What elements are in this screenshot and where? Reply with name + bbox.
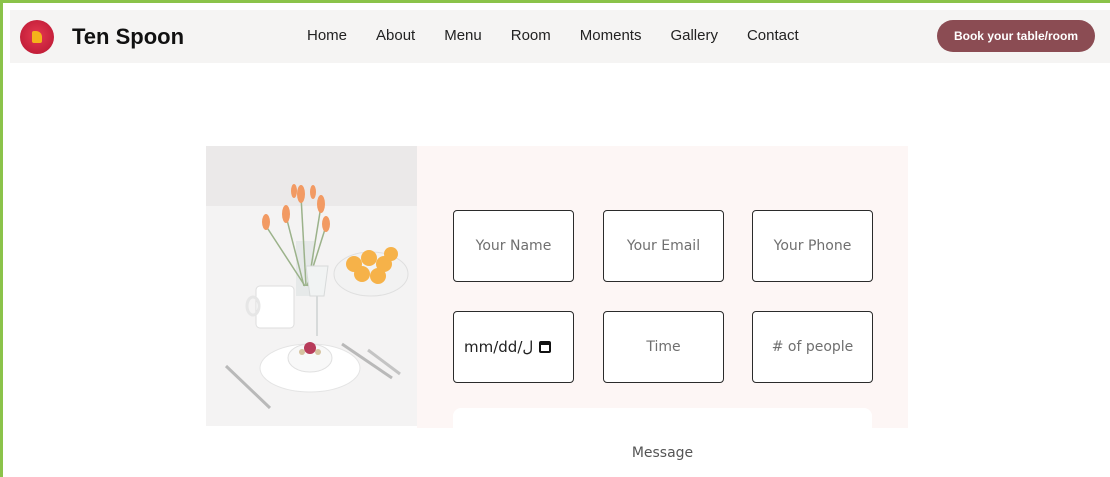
nav-about[interactable]: About [376, 27, 415, 44]
date-value: mm/dd/ل [464, 338, 534, 356]
site-header: Ten Spoon Home About Menu Room Moments G… [10, 10, 1110, 63]
people-count-input[interactable] [752, 311, 873, 383]
message-textarea[interactable]: Message [453, 408, 872, 477]
table-setting-photo [206, 146, 417, 426]
date-input[interactable]: mm/dd/ل [453, 311, 574, 383]
nav-menu[interactable]: Menu [444, 27, 482, 44]
nav-room[interactable]: Room [511, 27, 551, 44]
spoon-icon [32, 30, 42, 43]
nav-home[interactable]: Home [307, 27, 347, 44]
phone-input[interactable] [752, 210, 873, 282]
brand-name[interactable]: Ten Spoon [72, 24, 184, 50]
nav-moments[interactable]: Moments [580, 27, 642, 44]
brand-logo[interactable] [20, 20, 54, 54]
book-table-room-button[interactable]: Book your table/room [937, 20, 1095, 52]
booking-form-panel [417, 146, 908, 428]
name-input[interactable] [453, 210, 574, 282]
time-input[interactable] [603, 311, 724, 383]
nav-gallery[interactable]: Gallery [670, 27, 718, 44]
nav-contact[interactable]: Contact [747, 27, 799, 44]
main-nav: Home About Menu Room Moments Gallery Con… [307, 27, 828, 44]
calendar-icon[interactable] [539, 341, 552, 353]
email-input[interactable] [603, 210, 724, 282]
